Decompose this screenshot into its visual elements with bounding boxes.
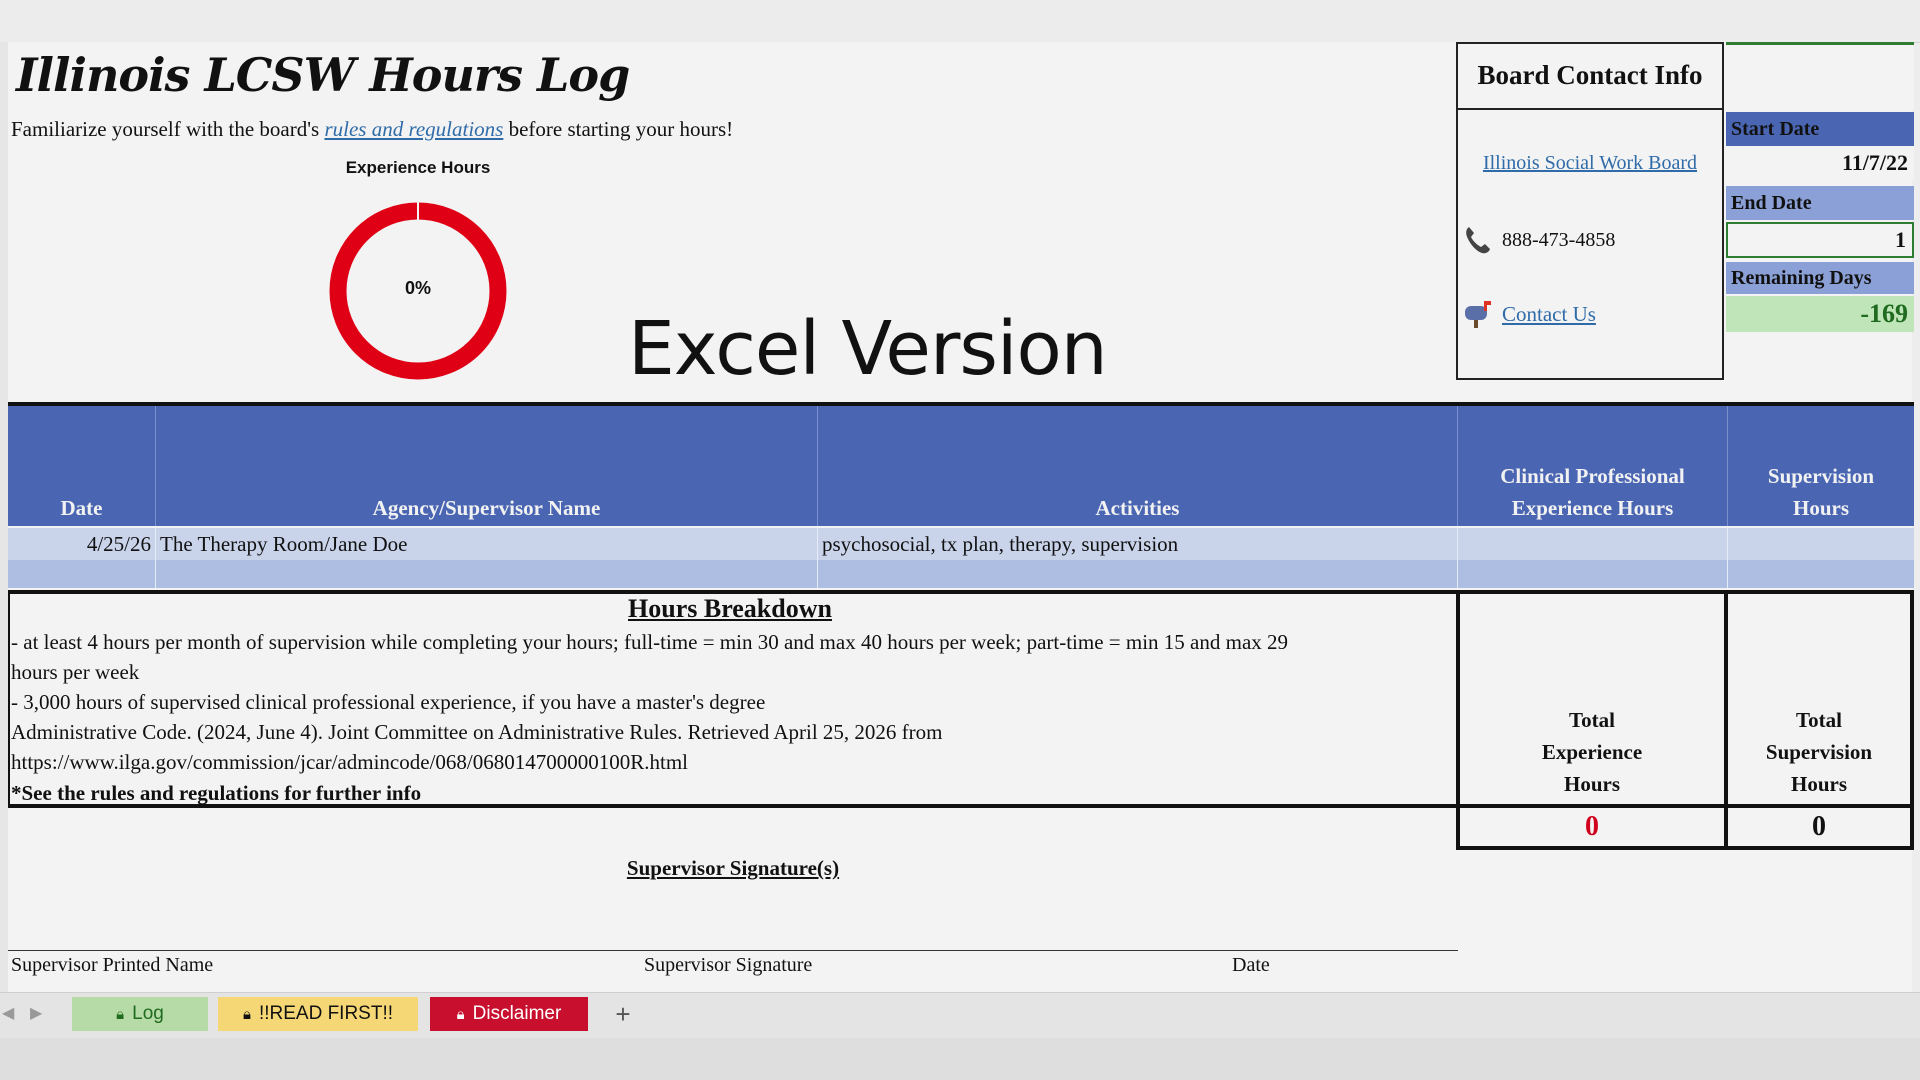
table-row: 4/25/26 The Therapy Room/Jane Doe psycho… — [8, 528, 1914, 560]
breakdown-citation: Administrative Code. (2024, June 4). Joi… — [11, 720, 943, 744]
col-header-activities[interactable]: Activities — [818, 406, 1458, 526]
intro-after: before starting your hours! — [503, 117, 734, 141]
log-table-header: Date Agency/Supervisor Name Activities C… — [8, 402, 1914, 526]
page-title: Illinois LCSW Hours Log — [16, 48, 630, 102]
cell-empty[interactable] — [1458, 560, 1728, 588]
total-supervision-text: Total Supervision Hours — [1765, 708, 1873, 796]
cell-date[interactable]: 4/25/26 — [8, 528, 156, 560]
add-sheet-button[interactable]: + — [602, 997, 644, 1031]
intro-text: Familiarize yourself with the board's ru… — [11, 117, 733, 142]
start-date-label: Start Date — [1726, 112, 1914, 146]
cell-empty[interactable] — [1728, 560, 1914, 588]
start-date-value[interactable]: 11/7/22 — [1726, 146, 1914, 180]
hours-breakdown-title: Hours Breakdown — [628, 594, 832, 623]
remaining-days-value: -169 — [1726, 296, 1914, 332]
cell-empty[interactable] — [8, 560, 156, 588]
col-header-supervision-hours[interactable]: Supervision Hours — [1728, 406, 1914, 526]
excel-version-text: Excel Version — [628, 306, 1108, 392]
total-experience-text: Total Experience Hours — [1541, 708, 1643, 796]
intro-before: Familiarize yourself with the board's — [11, 117, 325, 141]
date-header-cell[interactable] — [1726, 42, 1914, 110]
col-header-date[interactable]: Date — [8, 406, 156, 526]
tab-label: Disclaimer — [472, 1003, 562, 1024]
status-bar — [0, 1038, 1920, 1080]
lock-icon: 🔒︎ — [242, 1005, 251, 1023]
mailbox-icon — [1465, 301, 1491, 328]
supervisor-printed-name-label: Supervisor Printed Name — [11, 954, 214, 976]
sheet-tab-disclaimer[interactable]: 🔒︎ Disclaimer — [430, 997, 588, 1031]
scroll-right-icon[interactable]: ▶ — [30, 1003, 42, 1022]
sheet-tab-read-first[interactable]: 🔒︎ !!READ FIRST!! — [218, 997, 418, 1031]
remaining-days-label: Remaining Days — [1726, 262, 1914, 294]
board-contact-heading: Board Contact Info — [1456, 42, 1724, 110]
rules-link[interactable]: rules and regulations — [324, 117, 503, 141]
donut-title: Experience Hours — [345, 158, 491, 177]
total-supervision-value: 0 — [1724, 808, 1914, 850]
supervisor-signature-title: Supervisor Signature(s) — [626, 856, 840, 880]
cell-supervision-hours[interactable] — [1728, 528, 1914, 560]
signature-date-label: Date — [1232, 954, 1270, 976]
cell-activities[interactable]: psychosocial, tx plan, therapy, supervis… — [818, 528, 1458, 560]
cell-agency[interactable]: The Therapy Room/Jane Doe — [156, 528, 818, 560]
scroll-left-icon[interactable]: ◀ — [2, 1003, 14, 1022]
total-experience-value: 0 — [1456, 808, 1728, 850]
total-supervision-label: Total Supervision Hours — [1724, 590, 1914, 808]
donut-percent: 0% — [404, 278, 431, 298]
breakdown-line: - at least 4 hours per month of supervis… — [11, 630, 1289, 654]
cell-empty[interactable] — [818, 560, 1458, 588]
breakdown-note: *See the rules and regulations for furth… — [11, 781, 422, 805]
lock-icon: 🔒︎ — [456, 1005, 465, 1023]
breakdown-url: https://www.ilga.gov/commission/jcar/adm… — [11, 750, 689, 774]
signature-line — [8, 950, 1458, 951]
breakdown-line: hours per week — [11, 660, 140, 684]
tab-label: Log — [132, 1003, 164, 1024]
sheet-tab-log[interactable]: 🔒︎ Log — [72, 997, 208, 1031]
col-header-clinical-hours[interactable]: Clinical Professional Experience Hours — [1458, 406, 1728, 526]
formula-bar-area — [0, 0, 1920, 43]
board-website-link[interactable]: Illinois Social Work Board — [1458, 152, 1722, 175]
end-date-input[interactable]: 1 — [1726, 222, 1914, 258]
lock-icon: 🔒︎ — [116, 1005, 125, 1023]
table-row-empty — [8, 560, 1914, 588]
tab-label: !!READ FIRST!! — [258, 1003, 394, 1024]
breakdown-line: - 3,000 hours of supervised clinical pro… — [11, 690, 766, 714]
end-date-label: End Date — [1726, 186, 1914, 220]
col-header-agency[interactable]: Agency/Supervisor Name — [156, 406, 818, 526]
board-phone: 888-473-4858 — [1502, 229, 1616, 251]
cell-clinical-hours[interactable] — [1458, 528, 1728, 560]
sheet-tab-bar: ◀ ▶ 🔒︎ Log 🔒︎ !!READ FIRST!! 🔒︎ Disclaimer … — [0, 992, 1920, 1039]
supervisor-signature-label: Supervisor Signature — [644, 954, 813, 976]
phone-icon — [1466, 227, 1490, 254]
total-experience-label: Total Experience Hours — [1456, 590, 1728, 808]
cell-empty[interactable] — [156, 560, 818, 588]
contact-us-link[interactable]: Contact Us — [1502, 302, 1596, 327]
